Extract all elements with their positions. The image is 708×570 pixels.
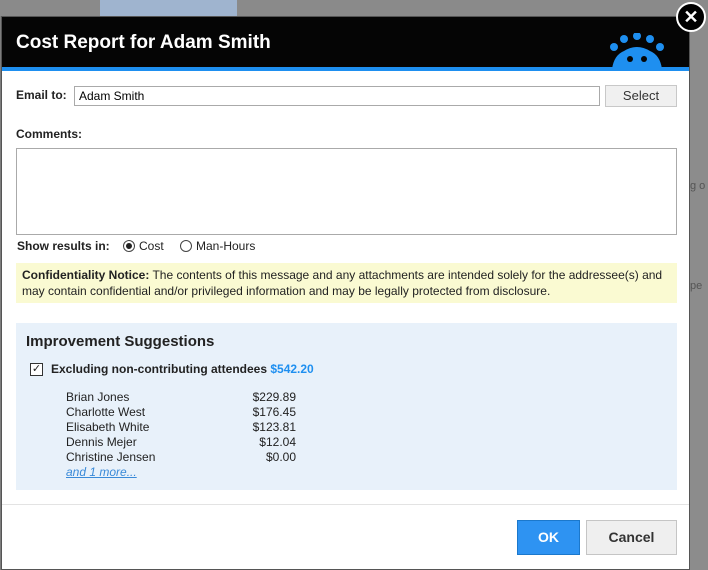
comments-label: Comments: — [16, 127, 83, 141]
email-to-input[interactable] — [74, 86, 600, 106]
list-item: Dennis Mejer $12.04 — [66, 435, 296, 450]
man-hours-radio[interactable] — [180, 240, 192, 252]
list-item: Christine Jensen $0.00 — [66, 450, 296, 465]
background-text-fragment: pe — [690, 280, 703, 292]
comments-textarea[interactable] — [16, 148, 677, 235]
attendee-name: Dennis Mejer — [66, 435, 137, 449]
man-hours-radio-label[interactable]: Man-Hours — [196, 239, 255, 253]
exclude-attendees-amount: $542.20 — [270, 362, 314, 376]
confidentiality-notice: Confidentiality Notice: The contents of … — [16, 263, 677, 303]
crown-logo-icon — [610, 33, 664, 69]
attendee-list: Brian Jones $229.89 Charlotte West $176.… — [66, 390, 296, 465]
exclude-attendees-text: Excluding non-contributing attendees — [51, 362, 267, 376]
improvement-suggestions-panel: Improvement Suggestions ✓ Excluding non-… — [16, 323, 677, 490]
attendee-amount: $123.81 — [252, 420, 296, 434]
attendee-name: Charlotte West — [66, 405, 146, 419]
background-text-fragment: g o — [690, 180, 706, 192]
improvement-suggestions-title: Improvement Suggestions — [26, 333, 215, 350]
attendee-amount: $12.04 — [259, 435, 296, 449]
exclude-attendees-checkbox[interactable]: ✓ — [30, 363, 43, 376]
exclude-attendees-label[interactable]: Excluding non-contributing attendees $54… — [51, 362, 314, 376]
cost-radio[interactable] — [123, 240, 135, 252]
ok-button[interactable]: OK — [517, 520, 580, 555]
attendee-name: Elisabeth White — [66, 420, 150, 434]
show-more-attendees-link[interactable]: and 1 more... — [66, 465, 137, 479]
close-icon[interactable]: ✕ — [676, 2, 706, 32]
attendee-amount: $0.00 — [265, 450, 296, 464]
dialog-title: Cost Report for Adam Smith — [16, 32, 271, 53]
show-results-label: Show results in: — [17, 239, 110, 253]
dialog-title-bar: Cost Report for Adam Smith — [2, 17, 689, 71]
cancel-button[interactable]: Cancel — [586, 520, 677, 555]
attendee-name: Brian Jones — [66, 390, 130, 404]
attendee-amount: $229.89 — [252, 390, 296, 404]
attendee-amount: $176.45 — [252, 405, 296, 419]
list-item: Brian Jones $229.89 — [66, 390, 296, 405]
background-tab — [100, 0, 237, 16]
list-item: Charlotte West $176.45 — [66, 405, 296, 420]
cost-report-dialog: Cost Report for Adam Smith Email to: Sel… — [1, 16, 690, 570]
footer-divider — [2, 504, 689, 505]
attendee-name: Christine Jensen — [66, 450, 156, 464]
background-app-right: g o pe — [690, 16, 708, 570]
notice-heading: Confidentiality Notice: — [22, 268, 150, 282]
cost-radio-label[interactable]: Cost — [139, 239, 164, 253]
list-item: Elisabeth White $123.81 — [66, 420, 296, 435]
select-recipient-button[interactable]: Select — [605, 85, 677, 107]
email-to-label: Email to: — [16, 88, 67, 102]
